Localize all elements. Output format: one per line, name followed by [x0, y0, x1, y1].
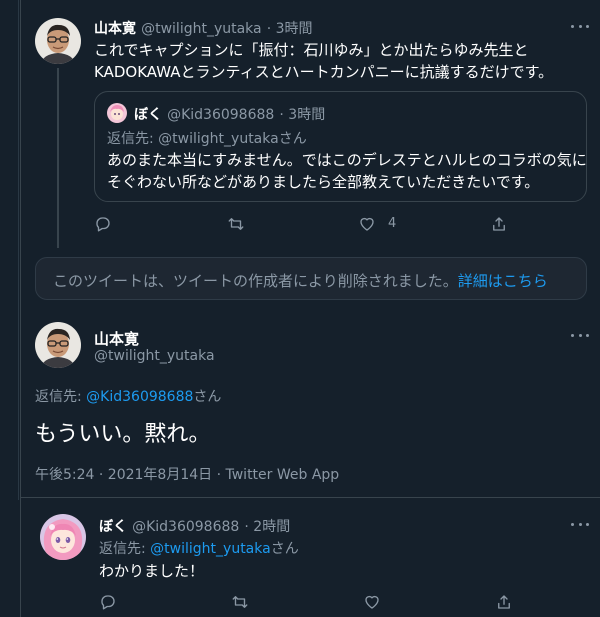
- deleted-notice-text: このツイートは、ツイートの作成者により削除されました。: [53, 272, 458, 290]
- tweet1-time[interactable]: · 3時間: [267, 21, 313, 37]
- reply-reply-handle[interactable]: @twilight_yutaka: [150, 541, 271, 557]
- tweet1-handle[interactable]: @twilight_yutaka: [141, 21, 262, 37]
- reply-tweet-more-icon[interactable]: [571, 522, 589, 528]
- reply-tweet-text: わかりました！: [99, 562, 205, 580]
- thread-line: [57, 68, 59, 248]
- quote-reply-to: 返信先: @twilight_yutakaさん: [107, 128, 307, 148]
- main-tweet-reply-to: 返信先: @Kid36098688さん: [35, 386, 221, 406]
- tweet1-more-icon[interactable]: [571, 24, 589, 30]
- quote-text: あのまた本当にすみません。ではこのデレステとハルヒのコラボの気に そぐわない所な…: [107, 149, 587, 193]
- deleted-notice-text-wrap: このツイートは、ツイートの作成者により削除されました。詳細はこちら: [53, 270, 548, 291]
- retweet-icon[interactable]: [227, 215, 245, 233]
- main-tweet-meta[interactable]: 午後5:24 · 2021年8月14日 · Twitter Web App: [35, 464, 339, 484]
- main-tweet-more-icon[interactable]: [571, 333, 589, 339]
- main-reply-handle[interactable]: @Kid36098688: [86, 389, 193, 405]
- share-icon-2[interactable]: [495, 593, 513, 611]
- main-reply-prefix: 返信先:: [35, 389, 87, 405]
- main-tweet-name[interactable]: 山本寛: [94, 328, 139, 349]
- reply-icon-2[interactable]: [99, 593, 117, 611]
- share-icon[interactable]: [490, 215, 508, 233]
- quote-reply-handle: @twilight_yutaka: [158, 131, 279, 147]
- reply-tweet-time[interactable]: · 2時間: [244, 519, 290, 535]
- reply-border-left: [20, 498, 21, 617]
- tweet1-name[interactable]: 山本寛: [94, 21, 136, 37]
- quote-avatar: [107, 103, 127, 123]
- quote-header: ぼく @Kid36098688 · 3時間: [134, 104, 325, 124]
- reply-reply-prefix: 返信先:: [99, 541, 151, 557]
- thread-border-left-inner: [18, 0, 19, 500]
- avatar-yamamoto[interactable]: [35, 18, 81, 64]
- reply-reply-suffix: さん: [270, 541, 299, 557]
- reply-tweet-reply-to: 返信先: @twilight_yutakaさん: [99, 538, 299, 558]
- quote-reply-prefix: 返信先:: [107, 131, 159, 147]
- avatar-yamamoto-main[interactable]: [35, 322, 81, 368]
- learn-more-link[interactable]: 詳細はこちら: [458, 272, 548, 290]
- tweet1-text-line1: これでキャプションに「振付：石川ゆみ」とか出たらゆみ先生と: [94, 41, 529, 59]
- main-reply-suffix: さん: [193, 389, 222, 405]
- thread-border-left: [20, 0, 21, 500]
- reply-tweet-handle[interactable]: @Kid36098688: [132, 519, 239, 535]
- like-icon-2[interactable]: [363, 593, 381, 611]
- tweet1-header: 山本寛 @twilight_yutaka · 3時間: [94, 18, 313, 38]
- avatar-boku[interactable]: [40, 514, 86, 560]
- tweet1-text: これでキャプションに「振付：石川ゆみ」とか出たらゆみ先生と KADOKAWAとラ…: [94, 39, 553, 83]
- reply-icon[interactable]: [94, 215, 112, 233]
- main-tweet-text: もういい。黙れ。: [35, 422, 211, 447]
- tweet1-text-line2: KADOKAWAとランティスとハートカンパニーに抗議するだけです。: [94, 63, 554, 81]
- divider: [20, 497, 600, 498]
- quote-handle: @Kid36098688: [167, 107, 275, 123]
- quote-text-line1: あのまた本当にすみません。ではこのデレステとハルヒのコラボの気に: [107, 151, 587, 169]
- quote-text-line2: そぐわない所などがありましたら全部教えていただきたいです。: [107, 173, 540, 191]
- deleted-tweet-notice: このツイートは、ツイートの作成者により削除されました。詳細はこちら: [35, 257, 587, 300]
- quote-reply-suffix: さん: [278, 131, 307, 147]
- main-tweet-handle[interactable]: @twilight_yutaka: [94, 348, 215, 364]
- like-count: 4: [388, 216, 397, 231]
- quote-name: ぼく: [134, 107, 162, 123]
- like-icon[interactable]: [358, 215, 376, 233]
- quote-time: · 3時間: [279, 107, 326, 123]
- reply-tweet-header: ぼく @Kid36098688 · 2時間: [99, 516, 290, 536]
- reply-tweet-name[interactable]: ぼく: [99, 519, 127, 535]
- retweet-icon-2[interactable]: [231, 593, 249, 611]
- quote-tweet-card[interactable]: ぼく @Kid36098688 · 3時間 返信先: @twilight_yut…: [94, 91, 587, 202]
